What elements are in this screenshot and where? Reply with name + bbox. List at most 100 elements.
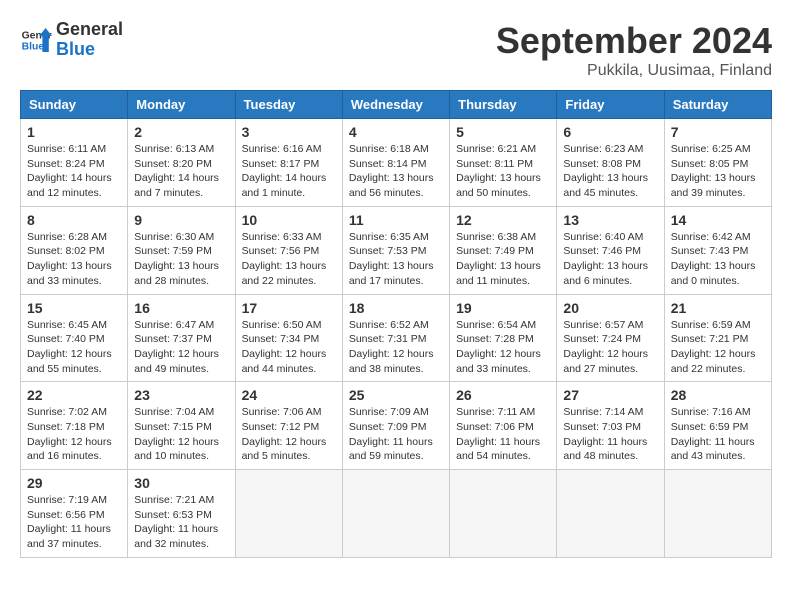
day-info: Sunrise: 7:11 AM Sunset: 7:06 PM Dayligh… — [456, 405, 550, 464]
day-info: Sunrise: 7:04 AM Sunset: 7:15 PM Dayligh… — [134, 405, 228, 464]
day-info: Sunrise: 6:18 AM Sunset: 8:14 PM Dayligh… — [349, 142, 443, 201]
day-cell-23: 23 Sunrise: 7:04 AM Sunset: 7:15 PM Dayl… — [128, 382, 235, 470]
day-cell-26: 26 Sunrise: 7:11 AM Sunset: 7:06 PM Dayl… — [450, 382, 557, 470]
day-cell-9: 9 Sunrise: 6:30 AM Sunset: 7:59 PM Dayli… — [128, 206, 235, 294]
day-info: Sunrise: 6:35 AM Sunset: 7:53 PM Dayligh… — [349, 230, 443, 289]
day-number: 10 — [242, 212, 336, 228]
day-info: Sunrise: 7:09 AM Sunset: 7:09 PM Dayligh… — [349, 405, 443, 464]
day-info: Sunrise: 6:52 AM Sunset: 7:31 PM Dayligh… — [349, 318, 443, 377]
page-header: General Blue General Blue September 2024… — [20, 20, 772, 80]
empty-cell — [450, 470, 557, 558]
col-sunday: Sunday — [21, 91, 128, 119]
day-number: 26 — [456, 387, 550, 403]
day-cell-6: 6 Sunrise: 6:23 AM Sunset: 8:08 PM Dayli… — [557, 119, 664, 207]
day-cell-27: 27 Sunrise: 7:14 AM Sunset: 7:03 PM Dayl… — [557, 382, 664, 470]
day-number: 24 — [242, 387, 336, 403]
day-info: Sunrise: 6:23 AM Sunset: 8:08 PM Dayligh… — [563, 142, 657, 201]
day-cell-12: 12 Sunrise: 6:38 AM Sunset: 7:49 PM Dayl… — [450, 206, 557, 294]
month-title: September 2024 — [496, 20, 772, 62]
day-number: 15 — [27, 300, 121, 316]
day-info: Sunrise: 6:50 AM Sunset: 7:34 PM Dayligh… — [242, 318, 336, 377]
day-cell-7: 7 Sunrise: 6:25 AM Sunset: 8:05 PM Dayli… — [664, 119, 771, 207]
day-cell-19: 19 Sunrise: 6:54 AM Sunset: 7:28 PM Dayl… — [450, 294, 557, 382]
day-number: 5 — [456, 124, 550, 140]
day-info: Sunrise: 6:33 AM Sunset: 7:56 PM Dayligh… — [242, 230, 336, 289]
day-info: Sunrise: 6:21 AM Sunset: 8:11 PM Dayligh… — [456, 142, 550, 201]
day-cell-2: 2 Sunrise: 6:13 AM Sunset: 8:20 PM Dayli… — [128, 119, 235, 207]
day-cell-17: 17 Sunrise: 6:50 AM Sunset: 7:34 PM Dayl… — [235, 294, 342, 382]
day-number: 19 — [456, 300, 550, 316]
day-info: Sunrise: 6:42 AM Sunset: 7:43 PM Dayligh… — [671, 230, 765, 289]
day-number: 4 — [349, 124, 443, 140]
col-saturday: Saturday — [664, 91, 771, 119]
day-cell-25: 25 Sunrise: 7:09 AM Sunset: 7:09 PM Dayl… — [342, 382, 449, 470]
day-info: Sunrise: 7:19 AM Sunset: 6:56 PM Dayligh… — [27, 493, 121, 552]
col-wednesday: Wednesday — [342, 91, 449, 119]
day-number: 6 — [563, 124, 657, 140]
day-info: Sunrise: 6:54 AM Sunset: 7:28 PM Dayligh… — [456, 318, 550, 377]
day-cell-30: 30 Sunrise: 7:21 AM Sunset: 6:53 PM Dayl… — [128, 470, 235, 558]
day-number: 12 — [456, 212, 550, 228]
day-cell-15: 15 Sunrise: 6:45 AM Sunset: 7:40 PM Dayl… — [21, 294, 128, 382]
day-number: 28 — [671, 387, 765, 403]
day-number: 17 — [242, 300, 336, 316]
day-info: Sunrise: 6:16 AM Sunset: 8:17 PM Dayligh… — [242, 142, 336, 201]
day-number: 30 — [134, 475, 228, 491]
svg-text:Blue: Blue — [22, 41, 45, 52]
day-number: 3 — [242, 124, 336, 140]
empty-cell — [557, 470, 664, 558]
day-cell-5: 5 Sunrise: 6:21 AM Sunset: 8:11 PM Dayli… — [450, 119, 557, 207]
day-cell-29: 29 Sunrise: 7:19 AM Sunset: 6:56 PM Dayl… — [21, 470, 128, 558]
day-cell-1: 1 Sunrise: 6:11 AM Sunset: 8:24 PM Dayli… — [21, 119, 128, 207]
day-info: Sunrise: 7:16 AM Sunset: 6:59 PM Dayligh… — [671, 405, 765, 464]
day-number: 1 — [27, 124, 121, 140]
day-number: 27 — [563, 387, 657, 403]
day-number: 9 — [134, 212, 228, 228]
day-number: 18 — [349, 300, 443, 316]
day-number: 21 — [671, 300, 765, 316]
empty-cell — [664, 470, 771, 558]
empty-cell — [235, 470, 342, 558]
day-cell-20: 20 Sunrise: 6:57 AM Sunset: 7:24 PM Dayl… — [557, 294, 664, 382]
empty-cell — [342, 470, 449, 558]
week-row-4: 22 Sunrise: 7:02 AM Sunset: 7:18 PM Dayl… — [21, 382, 772, 470]
week-row-5: 29 Sunrise: 7:19 AM Sunset: 6:56 PM Dayl… — [21, 470, 772, 558]
logo-general: General — [56, 20, 123, 40]
day-cell-13: 13 Sunrise: 6:40 AM Sunset: 7:46 PM Dayl… — [557, 206, 664, 294]
day-cell-28: 28 Sunrise: 7:16 AM Sunset: 6:59 PM Dayl… — [664, 382, 771, 470]
day-number: 16 — [134, 300, 228, 316]
day-number: 25 — [349, 387, 443, 403]
day-info: Sunrise: 6:47 AM Sunset: 7:37 PM Dayligh… — [134, 318, 228, 377]
day-cell-11: 11 Sunrise: 6:35 AM Sunset: 7:53 PM Dayl… — [342, 206, 449, 294]
day-number: 14 — [671, 212, 765, 228]
location-subtitle: Pukkila, Uusimaa, Finland — [496, 62, 772, 80]
logo-icon: General Blue — [20, 24, 52, 56]
logo: General Blue General Blue — [20, 20, 123, 60]
day-info: Sunrise: 6:59 AM Sunset: 7:21 PM Dayligh… — [671, 318, 765, 377]
day-info: Sunrise: 6:11 AM Sunset: 8:24 PM Dayligh… — [27, 142, 121, 201]
day-number: 13 — [563, 212, 657, 228]
day-info: Sunrise: 6:28 AM Sunset: 8:02 PM Dayligh… — [27, 230, 121, 289]
day-info: Sunrise: 6:38 AM Sunset: 7:49 PM Dayligh… — [456, 230, 550, 289]
day-cell-3: 3 Sunrise: 6:16 AM Sunset: 8:17 PM Dayli… — [235, 119, 342, 207]
day-cell-18: 18 Sunrise: 6:52 AM Sunset: 7:31 PM Dayl… — [342, 294, 449, 382]
day-number: 11 — [349, 212, 443, 228]
day-number: 29 — [27, 475, 121, 491]
day-cell-24: 24 Sunrise: 7:06 AM Sunset: 7:12 PM Dayl… — [235, 382, 342, 470]
col-monday: Monday — [128, 91, 235, 119]
day-info: Sunrise: 7:06 AM Sunset: 7:12 PM Dayligh… — [242, 405, 336, 464]
day-cell-8: 8 Sunrise: 6:28 AM Sunset: 8:02 PM Dayli… — [21, 206, 128, 294]
week-row-3: 15 Sunrise: 6:45 AM Sunset: 7:40 PM Dayl… — [21, 294, 772, 382]
day-cell-22: 22 Sunrise: 7:02 AM Sunset: 7:18 PM Dayl… — [21, 382, 128, 470]
col-tuesday: Tuesday — [235, 91, 342, 119]
day-info: Sunrise: 6:25 AM Sunset: 8:05 PM Dayligh… — [671, 142, 765, 201]
day-cell-16: 16 Sunrise: 6:47 AM Sunset: 7:37 PM Dayl… — [128, 294, 235, 382]
day-info: Sunrise: 6:30 AM Sunset: 7:59 PM Dayligh… — [134, 230, 228, 289]
day-cell-10: 10 Sunrise: 6:33 AM Sunset: 7:56 PM Dayl… — [235, 206, 342, 294]
day-number: 7 — [671, 124, 765, 140]
col-thursday: Thursday — [450, 91, 557, 119]
day-info: Sunrise: 7:21 AM Sunset: 6:53 PM Dayligh… — [134, 493, 228, 552]
logo-blue: Blue — [56, 40, 123, 60]
day-cell-21: 21 Sunrise: 6:59 AM Sunset: 7:21 PM Dayl… — [664, 294, 771, 382]
calendar-header-row: Sunday Monday Tuesday Wednesday Thursday… — [21, 91, 772, 119]
